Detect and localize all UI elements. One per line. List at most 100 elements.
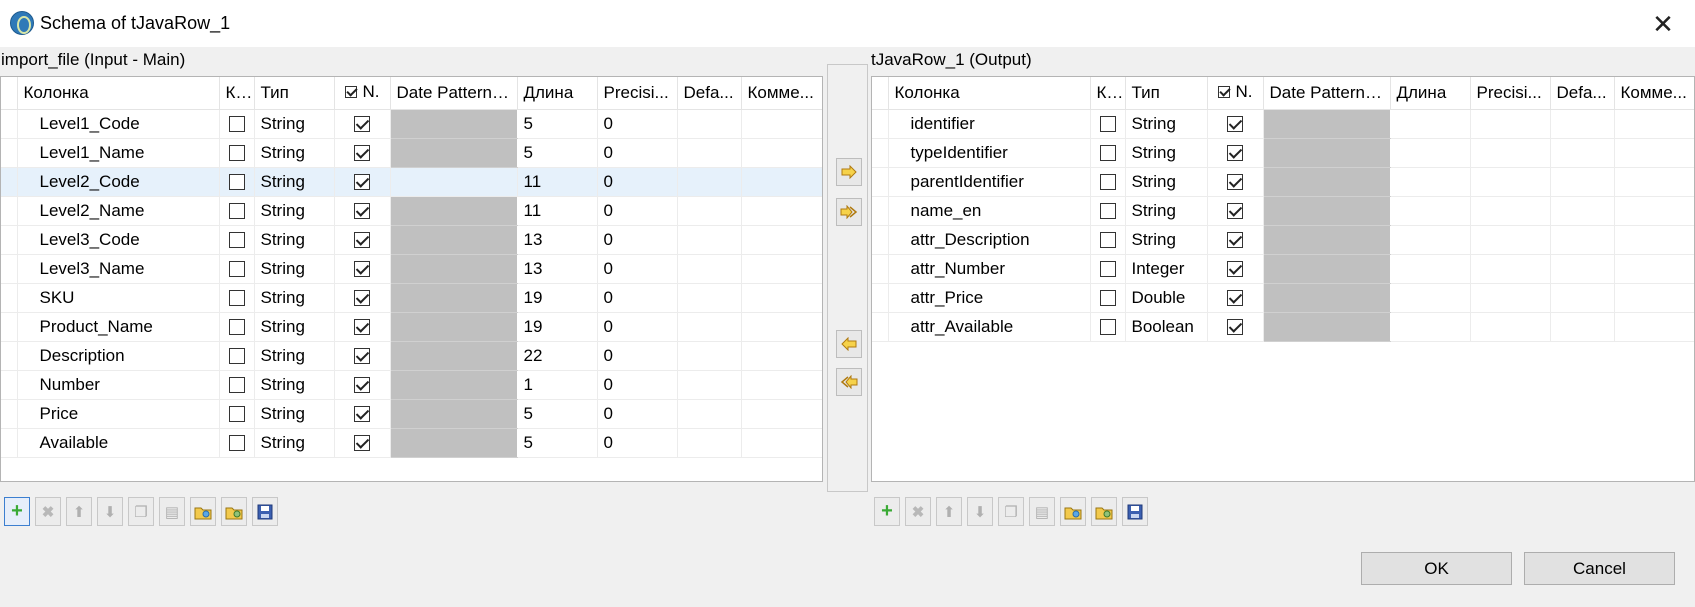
length-cell[interactable]: 13 xyxy=(517,225,598,255)
column-name-cell[interactable]: attr_Available xyxy=(888,312,1091,342)
date-pattern-cell[interactable] xyxy=(1263,109,1391,139)
column-name-cell[interactable]: Available xyxy=(17,428,220,458)
comment-cell[interactable] xyxy=(741,254,822,284)
precision-cell[interactable] xyxy=(1470,254,1551,284)
nullable-checkbox[interactable] xyxy=(1227,116,1243,133)
type-cell[interactable]: String xyxy=(254,225,335,255)
length-cell[interactable]: 5 xyxy=(517,399,598,429)
date-pattern-cell[interactable] xyxy=(1263,225,1391,255)
column-name-cell[interactable]: Level3_Code xyxy=(17,225,220,255)
key-checkbox[interactable] xyxy=(228,406,245,423)
comment-cell[interactable] xyxy=(741,196,822,226)
length-cell[interactable]: 11 xyxy=(517,196,598,226)
move-up-button[interactable]: ⬆ xyxy=(66,497,92,526)
default-cell[interactable] xyxy=(677,196,742,226)
output-add-column-button[interactable]: + xyxy=(874,497,900,526)
default-cell[interactable] xyxy=(1550,138,1615,168)
precision-cell[interactable]: 0 xyxy=(597,109,678,139)
output-remove-column-button[interactable]: ✖ xyxy=(905,497,931,526)
length-cell[interactable] xyxy=(1390,312,1471,342)
comment-cell[interactable] xyxy=(741,341,822,371)
table-row[interactable]: Product_Name String 19 0 xyxy=(1,312,822,342)
date-pattern-cell[interactable] xyxy=(1263,312,1391,342)
nullable-checkbox[interactable] xyxy=(1227,145,1243,162)
length-cell[interactable] xyxy=(1390,283,1471,313)
table-row[interactable]: typeIdentifier String xyxy=(872,138,1694,168)
table-row[interactable]: SKU String 19 0 xyxy=(1,283,822,313)
nullable-checkbox[interactable] xyxy=(1227,261,1243,278)
default-cell[interactable] xyxy=(677,109,742,139)
key-checkbox[interactable] xyxy=(228,348,245,365)
column-name-cell[interactable]: typeIdentifier xyxy=(888,138,1091,168)
default-cell[interactable] xyxy=(1550,167,1615,197)
remove-column-button[interactable]: ✖ xyxy=(35,497,61,526)
copy-selected-left-button[interactable] xyxy=(836,330,862,358)
type-cell[interactable]: String xyxy=(254,109,335,139)
table-row[interactable]: Price String 5 0 xyxy=(1,399,822,429)
nullable-checkbox[interactable] xyxy=(354,203,370,220)
table-row[interactable]: Level2_Name String 11 0 xyxy=(1,196,822,226)
nullable-checkbox[interactable] xyxy=(354,406,370,423)
key-checkbox[interactable] xyxy=(228,203,245,220)
precision-cell[interactable] xyxy=(1470,196,1551,226)
type-cell[interactable]: String xyxy=(254,196,335,226)
type-cell[interactable]: String xyxy=(1125,138,1208,168)
table-row[interactable]: Level3_Name String 13 0 xyxy=(1,254,822,284)
precision-cell[interactable] xyxy=(1470,138,1551,168)
default-cell[interactable] xyxy=(1550,283,1615,313)
output-export-schema-button[interactable] xyxy=(1091,497,1117,526)
default-cell[interactable] xyxy=(1550,196,1615,226)
length-cell[interactable] xyxy=(1390,254,1471,284)
column-header[interactable]: N. xyxy=(334,77,391,110)
select-all-checkbox[interactable] xyxy=(344,86,357,99)
nullable-checkbox[interactable] xyxy=(354,290,370,307)
type-cell[interactable]: String xyxy=(254,138,335,168)
column-name-cell[interactable]: Product_Name xyxy=(17,312,220,342)
precision-cell[interactable] xyxy=(1470,225,1551,255)
column-name-cell[interactable]: Number xyxy=(17,370,220,400)
import-schema-button[interactable] xyxy=(190,497,216,526)
comment-cell[interactable] xyxy=(741,283,822,313)
key-checkbox[interactable] xyxy=(1099,174,1116,191)
table-row[interactable]: Level1_Name String 5 0 xyxy=(1,138,822,168)
type-cell[interactable]: String xyxy=(1125,225,1208,255)
key-checkbox[interactable] xyxy=(228,319,245,336)
nullable-checkbox[interactable] xyxy=(354,261,370,278)
date-pattern-cell[interactable] xyxy=(1263,138,1391,168)
comment-cell[interactable] xyxy=(1614,167,1694,197)
column-header[interactable]: Колонка xyxy=(888,77,1091,110)
key-checkbox[interactable] xyxy=(1099,319,1116,336)
column-name-cell[interactable]: Level2_Code xyxy=(17,167,220,197)
precision-cell[interactable]: 0 xyxy=(597,283,678,313)
type-cell[interactable]: Boolean xyxy=(1125,312,1208,342)
length-cell[interactable]: 5 xyxy=(517,428,598,458)
column-name-cell[interactable]: Level2_Name xyxy=(17,196,220,226)
column-header[interactable]: Длина xyxy=(517,77,598,110)
length-cell[interactable]: 22 xyxy=(517,341,598,371)
precision-cell[interactable]: 0 xyxy=(597,341,678,371)
column-header[interactable]: К... xyxy=(219,77,255,110)
column-name-cell[interactable]: Price xyxy=(17,399,220,429)
column-header[interactable]: Defa... xyxy=(1550,77,1615,110)
key-checkbox[interactable] xyxy=(1099,261,1116,278)
default-cell[interactable] xyxy=(677,225,742,255)
type-cell[interactable]: String xyxy=(254,312,335,342)
table-row[interactable]: identifier String xyxy=(872,109,1694,139)
select-all-checkbox[interactable] xyxy=(1217,86,1230,99)
length-cell[interactable] xyxy=(1390,109,1471,139)
key-checkbox[interactable] xyxy=(228,145,245,162)
nullable-checkbox[interactable] xyxy=(1227,174,1243,191)
column-name-cell[interactable]: parentIdentifier xyxy=(888,167,1091,197)
comment-cell[interactable] xyxy=(741,428,822,458)
date-pattern-cell[interactable] xyxy=(390,341,518,371)
table-row[interactable]: name_en String xyxy=(872,196,1694,226)
comment-cell[interactable] xyxy=(1614,196,1694,226)
default-cell[interactable] xyxy=(1550,225,1615,255)
default-cell[interactable] xyxy=(677,399,742,429)
length-cell[interactable]: 5 xyxy=(517,138,598,168)
precision-cell[interactable] xyxy=(1470,167,1551,197)
length-cell[interactable] xyxy=(1390,196,1471,226)
type-cell[interactable]: String xyxy=(1125,196,1208,226)
column-header[interactable]: Длина xyxy=(1390,77,1471,110)
key-checkbox[interactable] xyxy=(228,261,245,278)
